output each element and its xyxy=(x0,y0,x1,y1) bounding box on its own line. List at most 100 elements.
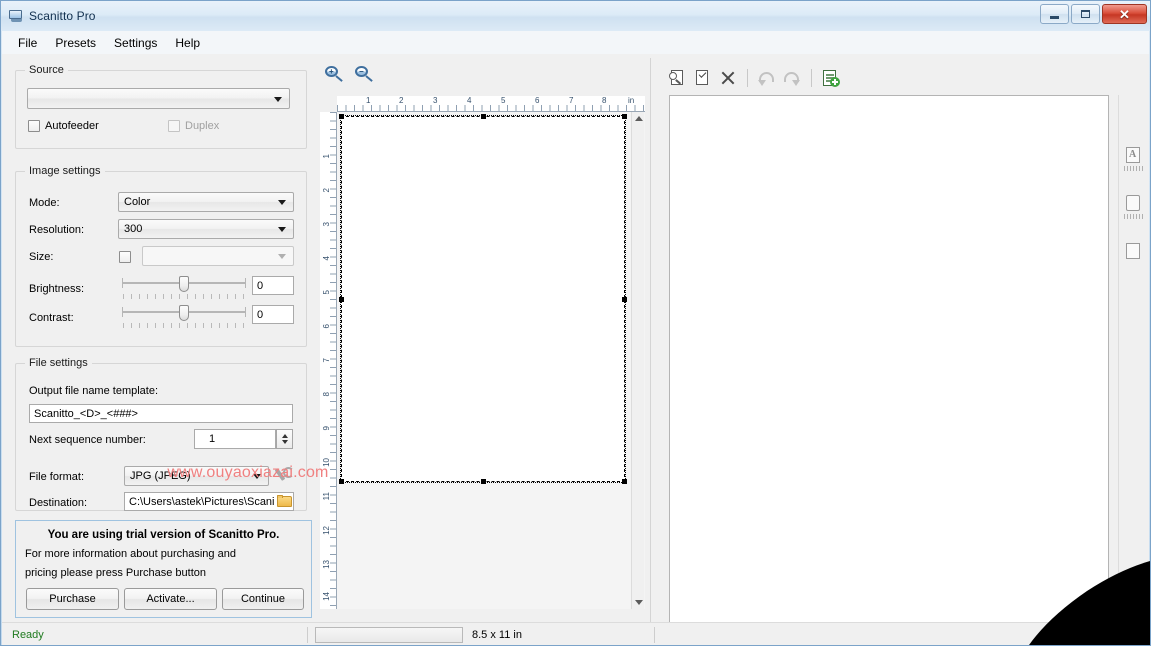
ruler-h-ticks xyxy=(337,105,645,111)
spinner-up-icon[interactable] xyxy=(281,434,288,438)
delete-x-icon[interactable] xyxy=(717,67,739,89)
menu-item-presets[interactable]: Presets xyxy=(47,33,104,53)
document-panel: A xyxy=(657,58,1149,645)
ruler-horizontal: 1 2 3 4 5 6 7 8 in xyxy=(337,96,645,112)
mode-combo[interactable]: Color xyxy=(118,192,294,212)
document-toolbar xyxy=(667,65,842,91)
ruler-h-tick: 6 xyxy=(535,96,540,105)
trial-notice-panel: You are using trial version of Scanitto … xyxy=(15,520,312,618)
purchase-button[interactable]: Purchase xyxy=(26,588,119,610)
trial-line-1: For more information about purchasing an… xyxy=(25,548,236,560)
scroll-up-icon[interactable] xyxy=(635,116,643,121)
scan-page[interactable] xyxy=(340,115,626,483)
title-bar: Scanitto Pro ✕ xyxy=(1,1,1150,31)
source-group: Source Autofeeder Duplex xyxy=(15,64,307,149)
image-settings-group: Image settings Mode: Color Resolution: 3… xyxy=(15,165,307,347)
document-preview-area[interactable] xyxy=(669,95,1109,645)
duplex-label: Duplex xyxy=(185,120,220,132)
redo-arrow-icon xyxy=(781,67,803,89)
image-settings-group-title: Image settings xyxy=(25,165,105,177)
contrast-value: 0 xyxy=(257,308,264,321)
ruler-h-tick: 7 xyxy=(569,96,574,105)
toolbar-separator xyxy=(747,69,748,87)
format-label: File format: xyxy=(29,471,85,483)
status-bar: Ready 8.5 x 11 in xyxy=(2,622,1149,645)
template-input[interactable]: Scanitto_<D>_<###> xyxy=(29,404,293,423)
trial-headline: You are using trial version of Scanitto … xyxy=(47,529,280,541)
window-title: Scanitto Pro xyxy=(29,9,96,23)
autofeeder-checkbox[interactable]: Autofeeder xyxy=(28,120,99,132)
slider-thumb[interactable] xyxy=(179,276,189,292)
status-separator xyxy=(654,627,655,643)
destination-value: C:\Users\astek\Pictures\Scani xyxy=(129,495,275,508)
contrast-slider[interactable] xyxy=(122,304,247,328)
ruler-h-tick: 4 xyxy=(467,96,472,105)
destination-browse-button[interactable] xyxy=(277,495,293,508)
size-label: Size: xyxy=(29,251,54,263)
ruler-h-tick: 3 xyxy=(433,96,438,105)
undo-arrow-icon xyxy=(756,67,778,89)
size-combo xyxy=(142,246,294,266)
resolution-combo[interactable]: 300 xyxy=(118,219,294,239)
sequence-spinner[interactable] xyxy=(276,429,293,449)
checkbox-box xyxy=(28,120,40,132)
resolution-label: Resolution: xyxy=(29,224,85,236)
scroll-down-icon[interactable] xyxy=(635,600,643,605)
slider-ticks xyxy=(123,294,247,299)
zoom-in-icon[interactable]: + xyxy=(325,66,345,84)
ocr-document-icon[interactable] xyxy=(1122,241,1146,269)
contrast-value-field[interactable]: 0 xyxy=(252,305,294,324)
chevron-down-icon xyxy=(278,200,286,205)
ruler-h-tick: 5 xyxy=(501,96,506,105)
sequence-value: 1 xyxy=(209,433,216,445)
ruler-h-tick: 1 xyxy=(366,96,371,105)
destination-label: Destination: xyxy=(29,497,88,509)
application-window: Scanitto Pro ✕ File Presets Settings Hel… xyxy=(0,0,1151,646)
ruler-unit-label: in xyxy=(628,96,635,105)
settings-panel: Source Autofeeder Duplex Image settings … xyxy=(7,58,312,618)
contrast-label: Contrast: xyxy=(29,312,74,324)
spinner-down-icon[interactable] xyxy=(281,440,288,444)
page-properties-icon[interactable] xyxy=(692,67,714,89)
source-device-combo[interactable] xyxy=(27,88,290,109)
activate-button[interactable]: Activate... xyxy=(124,588,217,610)
progress-bar xyxy=(315,627,463,643)
brightness-value-field[interactable]: 0 xyxy=(252,276,294,295)
toolbar-separator xyxy=(811,69,812,87)
chevron-down-icon xyxy=(278,227,286,232)
close-button[interactable]: ✕ xyxy=(1102,4,1147,24)
maximize-button[interactable] xyxy=(1071,4,1100,24)
status-text: Ready xyxy=(12,628,44,641)
ruler-v-ticks xyxy=(330,112,336,609)
add-page-icon[interactable] xyxy=(820,67,842,89)
zoom-in-sign: + xyxy=(329,67,334,76)
size-enable-checkbox[interactable] xyxy=(119,251,131,263)
watermark-text: www.ouyaoxiazai.com xyxy=(167,464,329,481)
continue-button[interactable]: Continue xyxy=(222,588,304,610)
page-preview-icon[interactable] xyxy=(667,67,689,89)
mode-value: Color xyxy=(124,196,151,208)
menu-item-help[interactable]: Help xyxy=(167,33,208,53)
tools-icon[interactable] xyxy=(1122,193,1146,221)
minimize-button[interactable] xyxy=(1040,4,1069,24)
menu-item-file[interactable]: File xyxy=(10,33,45,53)
menu-item-settings[interactable]: Settings xyxy=(106,33,165,53)
scan-canvas[interactable] xyxy=(337,112,645,609)
brightness-slider[interactable] xyxy=(122,275,247,299)
scanner-icon xyxy=(8,8,24,24)
pdf-export-icon[interactable]: A xyxy=(1122,145,1146,173)
file-settings-group: File settings Output file name template:… xyxy=(15,357,307,511)
preview-vertical-scrollbar[interactable] xyxy=(631,112,644,609)
trial-line-2: pricing please press Purchase button xyxy=(25,567,206,579)
zoom-toolbar: + − xyxy=(325,66,375,84)
zoom-out-icon[interactable]: − xyxy=(355,66,375,84)
destination-input[interactable]: C:\Users\astek\Pictures\Scani xyxy=(124,492,294,511)
ruler-h-tick: 8 xyxy=(602,96,607,105)
sequence-input[interactable]: 1 xyxy=(194,429,276,449)
slider-thumb[interactable] xyxy=(179,305,189,321)
brightness-value: 0 xyxy=(257,279,264,292)
checkbox-box xyxy=(119,251,131,263)
chevron-down-icon xyxy=(274,96,282,102)
close-icon: ✕ xyxy=(1119,6,1130,22)
source-group-title: Source xyxy=(25,64,68,76)
